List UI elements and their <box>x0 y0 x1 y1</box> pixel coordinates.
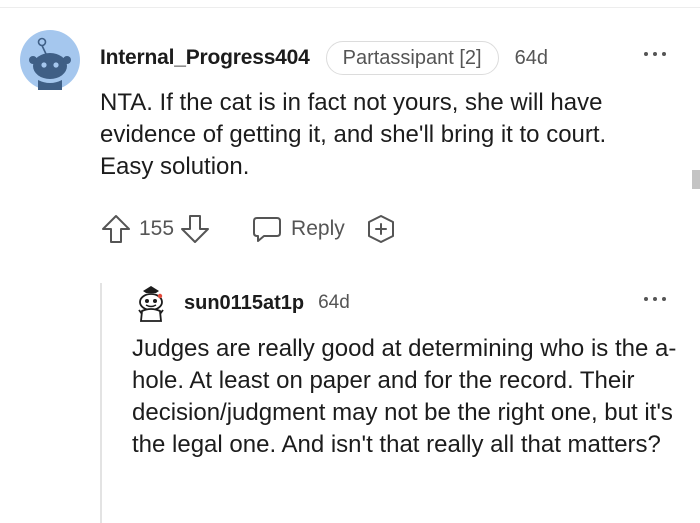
reply-button[interactable]: Reply <box>251 213 345 245</box>
reply-header: sun0115at1p 64d <box>184 290 350 316</box>
upvote-arrow-icon <box>102 215 130 243</box>
comment-author[interactable]: Internal_Progress404 <box>100 46 310 70</box>
award-button[interactable] <box>365 213 397 245</box>
reply-author[interactable]: sun0115at1p <box>184 292 304 315</box>
award-plus-icon <box>367 215 394 243</box>
more-options-button[interactable] <box>642 48 672 62</box>
more-options-icon <box>644 52 648 56</box>
thread-line[interactable] <box>100 283 102 523</box>
comment-age: 64d <box>514 46 548 69</box>
reply-body: Judges are really good at determining wh… <box>132 335 677 458</box>
comment-actions: 155 Reply <box>100 208 397 250</box>
more-options-icon <box>644 297 648 301</box>
chat-bubble-icon <box>253 217 282 242</box>
comment-header: Internal_Progress404 Partassipant [2] 64… <box>100 40 548 76</box>
downvote-button[interactable] <box>179 213 211 245</box>
top-divider <box>0 7 700 8</box>
upvote-button[interactable] <box>100 213 132 245</box>
comment-body: NTA. If the cat is in fact not yours, sh… <box>100 89 607 180</box>
vote-count: 155 <box>139 217 175 240</box>
reply-label: Reply <box>291 217 345 240</box>
reply-age: 64d <box>318 292 350 313</box>
reply-avatar[interactable] <box>131 284 171 324</box>
scrollbar-thumb[interactable] <box>692 170 700 189</box>
avatar[interactable] <box>20 30 80 90</box>
reply-more-options-button[interactable] <box>642 293 672 307</box>
downvote-arrow-icon <box>181 215 210 243</box>
user-flair: Partassipant [2] <box>325 41 499 75</box>
